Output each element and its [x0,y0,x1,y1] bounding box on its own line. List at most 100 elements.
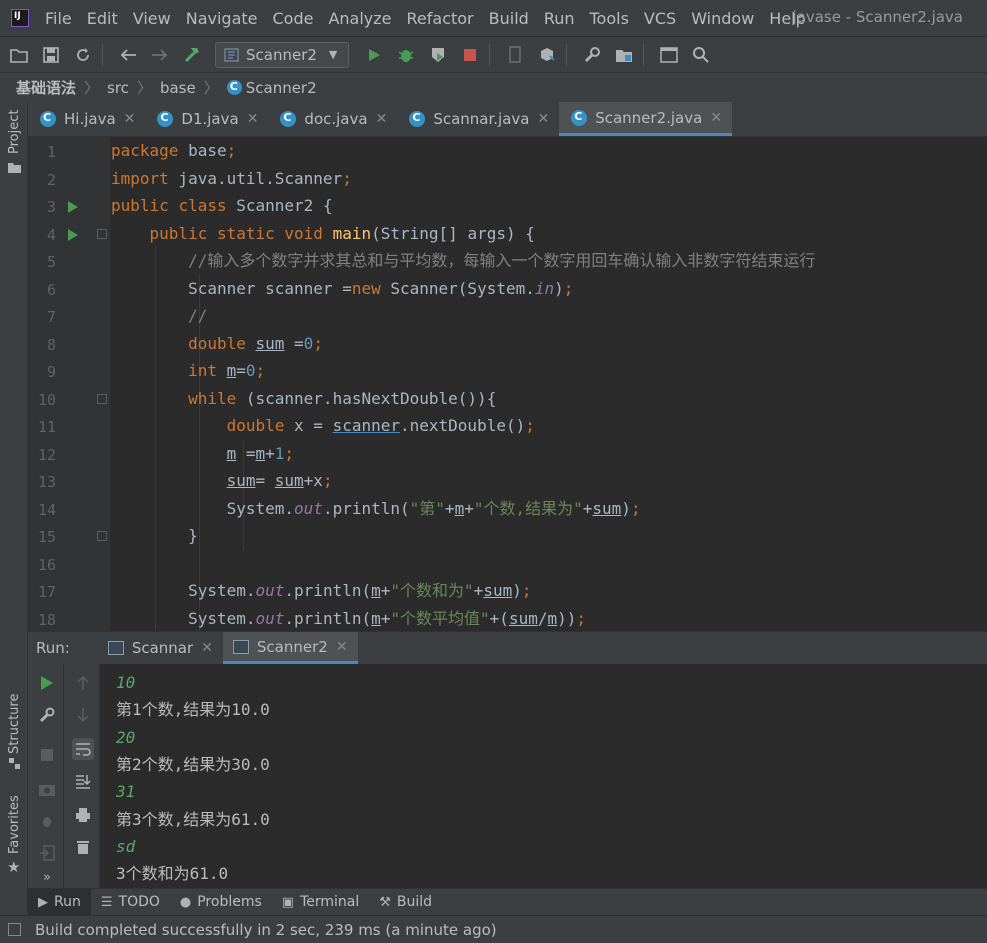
breadcrumb-project[interactable]: 基础语法 [16,77,76,98]
menu-file[interactable]: File [45,9,72,28]
close-icon[interactable]: ✕ [710,110,722,126]
menu-tools[interactable]: Tools [590,9,629,28]
code-line[interactable]: int m=0; [111,357,265,385]
menu-window[interactable]: Window [691,9,754,28]
code-line[interactable]: double sum =0; [111,330,323,358]
menu-build[interactable]: Build [489,9,529,28]
code-area[interactable]: package base; import java.util.Scanner; pu… [111,137,987,631]
code-line[interactable]: //输入多个数字并求其总和与平均数，每输入一个数字用回车确认输入非数字符结束运行 [111,247,815,275]
close-icon[interactable]: ✕ [124,111,136,127]
menu-navigate[interactable]: Navigate [186,9,258,28]
run-tab-scanner2[interactable]: Scanner2 ✕ [222,632,358,664]
close-icon[interactable]: ✕ [247,111,259,127]
more-chevron-icon[interactable]: » [36,866,58,888]
structure-icon[interactable] [9,758,21,770]
sync-icon[interactable] [70,42,96,68]
camera-icon[interactable] [36,778,58,800]
code-line[interactable]: System.out.println("第"+m+"个数,结果为"+sum); [111,495,641,523]
star-icon[interactable]: ★ [7,858,20,876]
debug-icon[interactable] [393,42,419,68]
tool-tab-problems[interactable]: ● Problems [170,889,272,916]
tab-scanner2-java[interactable]: Scanner2.java ✕ [559,102,733,136]
code-line[interactable]: double x = scanner.nextDouble(); [111,412,535,440]
menu-run[interactable]: Run [544,9,575,28]
code-line[interactable]: public class Scanner2 { [111,192,333,220]
build-hammer-icon[interactable] [179,42,205,68]
print-icon[interactable] [72,804,94,826]
close-icon[interactable]: ✕ [201,640,213,656]
tool-tab-terminal[interactable]: ▣ Terminal [272,889,369,916]
code-line[interactable]: package base; [111,137,236,165]
project-tool-button[interactable]: Project [7,110,22,154]
code-line[interactable]: while (scanner.hasNextDouble()){ [111,385,496,413]
tool-tab-label: Build [396,894,433,910]
close-icon[interactable]: ✕ [537,111,549,127]
project-structure-icon[interactable] [611,42,637,68]
close-icon[interactable]: ✕ [336,639,348,655]
down-arrow-icon[interactable] [72,704,94,726]
device-icon[interactable] [502,42,528,68]
forward-arrow-icon[interactable] [147,42,173,68]
code-line[interactable]: } [111,522,198,550]
code-line[interactable]: System.out.println(m+"个数平均值"+(sum/m)); [111,605,586,632]
menu-analyze[interactable]: Analyze [328,9,391,28]
code-line[interactable]: m =m+1; [111,440,294,468]
menu-vcs[interactable]: VCS [644,9,676,28]
breadcrumb-file[interactable]: Scanner2 [246,79,317,97]
stop-icon[interactable] [36,744,58,766]
settings-wrench-icon[interactable] [36,704,58,726]
breadcrumb-src[interactable]: src [107,79,129,97]
soft-wrap-icon[interactable] [72,738,94,760]
fold-icon[interactable] [97,531,107,541]
tab-d1-java[interactable]: D1.java ✕ [145,102,268,136]
run-gutter-icon[interactable] [68,201,78,213]
fold-icon[interactable] [97,393,107,404]
tool-tab-run[interactable]: ▶ Run [28,888,91,916]
search-icon[interactable] [688,42,714,68]
terminal-window-icon[interactable] [656,42,682,68]
debug-icon[interactable] [36,810,58,832]
tab-doc-java[interactable]: doc.java ✕ [268,102,397,136]
favorites-tool-button[interactable]: Favorites [7,795,22,854]
line-number: 13 [37,473,56,491]
deploy-icon[interactable] [534,42,560,68]
code-line[interactable]: sum= sum+x; [111,467,333,495]
up-arrow-icon[interactable] [72,672,94,694]
code-line[interactable]: public static void main(String[] args) { [111,220,535,248]
open-folder-icon[interactable] [6,42,32,68]
run-icon[interactable] [361,42,387,68]
stop-icon[interactable] [457,42,483,68]
code-line[interactable]: Scanner scanner =new Scanner(System.in); [111,275,573,303]
run-tab-scannar[interactable]: Scannar ✕ [98,632,223,664]
toolbar-separator [643,43,644,66]
console-output[interactable]: 10 第1个数,结果为10.0 20 第2个数,结果为30.0 31 第3个数,结果为61… [101,664,987,888]
rerun-icon[interactable] [36,672,58,694]
code-line[interactable]: System.out.println(m+"个数和为"+sum); [111,577,531,605]
exit-icon[interactable] [36,842,58,864]
project-folder-icon[interactable] [8,162,21,173]
structure-tool-button[interactable]: Structure [7,694,22,754]
save-icon[interactable] [38,42,64,68]
trash-icon[interactable] [72,836,94,858]
settings-wrench-icon[interactable] [579,42,605,68]
code-line[interactable]: import java.util.Scanner; [111,165,352,193]
tool-windows-toggle-icon[interactable] [8,923,21,936]
tab-hi-java[interactable]: Hi.java ✕ [28,102,145,136]
tool-tab-todo[interactable]: ☰ TODO [91,889,170,916]
code-editor[interactable]: 1 2 3 4 5 6 7 8 9 10 11 12 13 14 15 16 17 18 package base… [28,137,987,631]
scroll-to-end-icon[interactable] [72,770,94,792]
code-line[interactable]: // [111,302,207,330]
run-with-coverage-icon[interactable] [425,42,451,68]
menu-code[interactable]: Code [273,9,314,28]
breadcrumb-base[interactable]: base [160,79,196,97]
tool-tab-build[interactable]: ⚒ Build [369,889,442,916]
menu-refactor[interactable]: Refactor [407,9,474,28]
menu-view[interactable]: View [133,9,171,28]
close-icon[interactable]: ✕ [376,111,388,127]
back-arrow-icon[interactable] [115,42,141,68]
tab-scannar-java[interactable]: Scannar.java ✕ [397,102,559,136]
fold-icon[interactable] [97,228,107,239]
menu-edit[interactable]: Edit [87,9,118,28]
run-gutter-icon[interactable] [68,228,78,241]
run-configuration-select[interactable]: Scanner2 ▼ [215,41,349,68]
